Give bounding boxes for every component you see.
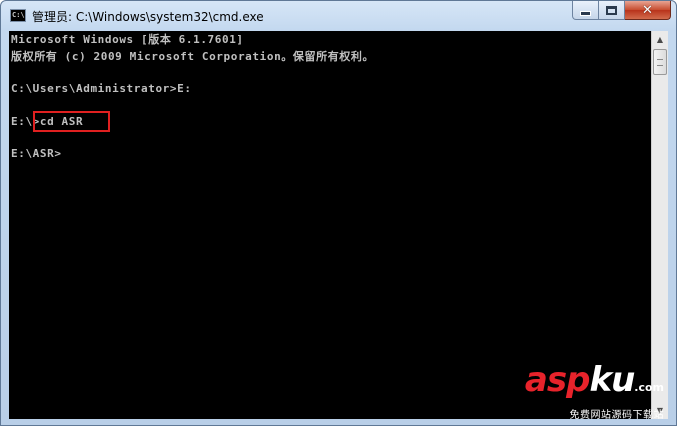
maximize-button[interactable] — [599, 1, 625, 20]
cmd-window: C:\ 管理员: C:\Windows\system32\cmd.exe ✕ M… — [0, 0, 677, 426]
minimize-icon — [580, 10, 591, 16]
console-line: C:\Users\Administrator>E: — [11, 82, 192, 95]
watermark-logo-white: ku — [589, 360, 635, 400]
site-watermark: aspku.com 免费网站源码下载站 — [525, 363, 664, 421]
console-line: 版权所有 (c) 2009 Microsoft Corporation。保留所有… — [11, 50, 375, 63]
console-line: Microsoft Windows [版本 6.1.7601] — [11, 33, 244, 46]
window-title: 管理员: C:\Windows\system32\cmd.exe — [32, 10, 264, 24]
watermark-subtitle: 免费网站源码下载站 — [569, 410, 664, 421]
scroll-thumb[interactable] — [653, 49, 667, 75]
watermark-suffix: .com — [634, 381, 664, 394]
vertical-scrollbar[interactable]: ▲ ▼ — [651, 31, 668, 419]
close-button[interactable]: ✕ — [625, 1, 671, 20]
maximize-icon — [606, 5, 617, 15]
command-highlight-box — [33, 111, 110, 132]
caption-buttons: ✕ — [572, 1, 671, 21]
watermark-logo: aspku.com — [525, 363, 664, 405]
close-icon: ✕ — [642, 2, 653, 18]
title-bar[interactable]: C:\ 管理员: C:\Windows\system32\cmd.exe ✕ — [1, 1, 676, 31]
scroll-up-button[interactable]: ▲ — [652, 31, 668, 48]
minimize-button[interactable] — [572, 1, 599, 20]
watermark-logo-red: asp — [524, 360, 591, 400]
console-prompt-line: E:\ASR> — [11, 147, 62, 160]
cmd-console-icon[interactable]: C:\ — [10, 9, 26, 22]
